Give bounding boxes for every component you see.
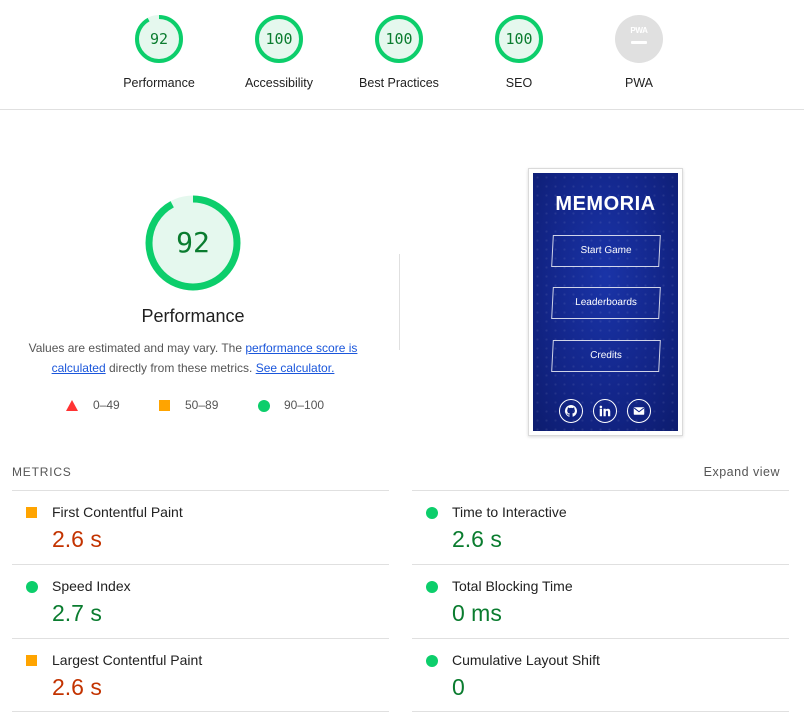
metric-name: Largest Contentful Paint: [52, 652, 203, 668]
app-screenshot: MEMORIA Start Game Leaderboards Credits: [533, 173, 678, 431]
pass-circle-icon: [426, 655, 438, 667]
metric-total-blocking-time: Total Blocking Time 0 ms: [412, 564, 789, 638]
start-game-button: Start Game: [551, 235, 661, 267]
category-gauges-bar: 92 Performance 100 Accessibility 100 Bes…: [0, 0, 804, 110]
gauge-label: Accessibility: [244, 76, 314, 90]
triangle-icon: [66, 400, 78, 411]
gauge-label: Best Practices: [359, 76, 439, 90]
desc-text: Values are estimated and may vary. The: [28, 341, 246, 355]
performance-title: Performance: [141, 306, 245, 326]
circle-icon: [258, 400, 270, 412]
credits-button: Credits: [551, 340, 661, 372]
gauge-pwa[interactable]: PWA PWA: [579, 14, 699, 90]
metric-name: Speed Index: [52, 578, 131, 594]
row-divider: [412, 711, 789, 712]
desc-text: directly from these metrics.: [105, 361, 256, 375]
metric-value: 2.6 s: [52, 526, 102, 552]
metric-value: 0 ms: [452, 600, 502, 626]
metric-value: 0: [452, 674, 465, 700]
see-calculator-link[interactable]: See calculator.: [256, 361, 335, 375]
gauge-score: 100: [265, 30, 293, 48]
performance-score: 92: [176, 226, 210, 259]
metric-largest-contentful-paint: Largest Contentful Paint 2.6 s: [12, 638, 389, 712]
metric-value: 2.7 s: [52, 600, 102, 626]
legend-range: 90–100: [284, 398, 325, 412]
mail-icon: [627, 399, 651, 423]
gauge-accessibility[interactable]: 100 Accessibility: [219, 14, 339, 90]
gauge-score: 100: [505, 30, 533, 48]
gauge-label: SEO: [505, 76, 533, 90]
linkedin-icon: [593, 399, 617, 423]
metric-name: First Contentful Paint: [52, 504, 183, 520]
score-ring: 92: [134, 14, 184, 64]
legend-range: 50–89: [185, 398, 219, 412]
vertical-divider: [399, 254, 400, 350]
pwa-dash-icon: [631, 41, 647, 44]
metrics-heading: METRICS: [12, 465, 72, 479]
gauge-label: PWA: [624, 76, 653, 90]
pwa-badge-text: PWA: [630, 26, 648, 35]
metric-name: Time to Interactive: [452, 504, 567, 520]
row-divider: [12, 711, 389, 712]
metric-speed-index: Speed Index 2.7 s: [12, 564, 389, 638]
metric-name: Cumulative Layout Shift: [452, 652, 600, 668]
gauge-performance[interactable]: 92 Performance: [99, 14, 219, 90]
metric-name: Total Blocking Time: [452, 578, 573, 594]
score-ring: 100: [254, 14, 304, 64]
pass-circle-icon: [26, 581, 38, 593]
performance-description: Values are estimated and may vary. The p…: [18, 338, 368, 378]
final-screenshot[interactable]: MEMORIA Start Game Leaderboards Credits: [528, 168, 683, 436]
metric-first-contentful-paint: First Contentful Paint 2.6 s: [12, 490, 389, 564]
gauge-score: 100: [385, 30, 413, 48]
score-ring: 100: [374, 14, 424, 64]
performance-score-gauge: 92: [143, 193, 243, 293]
gauge-best-practices[interactable]: 100 Best Practices: [339, 14, 459, 90]
gauge-score: 92: [149, 30, 169, 48]
metric-value: 2.6 s: [452, 526, 502, 552]
metric-cumulative-layout-shift: Cumulative Layout Shift 0: [412, 638, 789, 712]
gauge-seo[interactable]: 100 SEO: [459, 14, 579, 90]
pass-circle-icon: [426, 507, 438, 519]
legend-range: 0–49: [93, 398, 120, 412]
score-ring: 100: [494, 14, 544, 64]
square-icon: [159, 400, 170, 411]
metric-time-to-interactive: Time to Interactive 2.6 s: [412, 490, 789, 564]
leaderboards-button: Leaderboards: [551, 287, 661, 319]
expand-view-toggle[interactable]: Expand view: [704, 465, 780, 479]
app-title: MEMORIA: [555, 193, 656, 215]
metric-value: 2.6 s: [52, 674, 102, 700]
average-square-icon: [26, 507, 37, 518]
pass-circle-icon: [426, 581, 438, 593]
average-square-icon: [26, 655, 37, 666]
gauge-label: Performance: [123, 76, 195, 90]
pwa-badge-icon: PWA: [615, 15, 663, 63]
github-icon: [559, 399, 583, 423]
